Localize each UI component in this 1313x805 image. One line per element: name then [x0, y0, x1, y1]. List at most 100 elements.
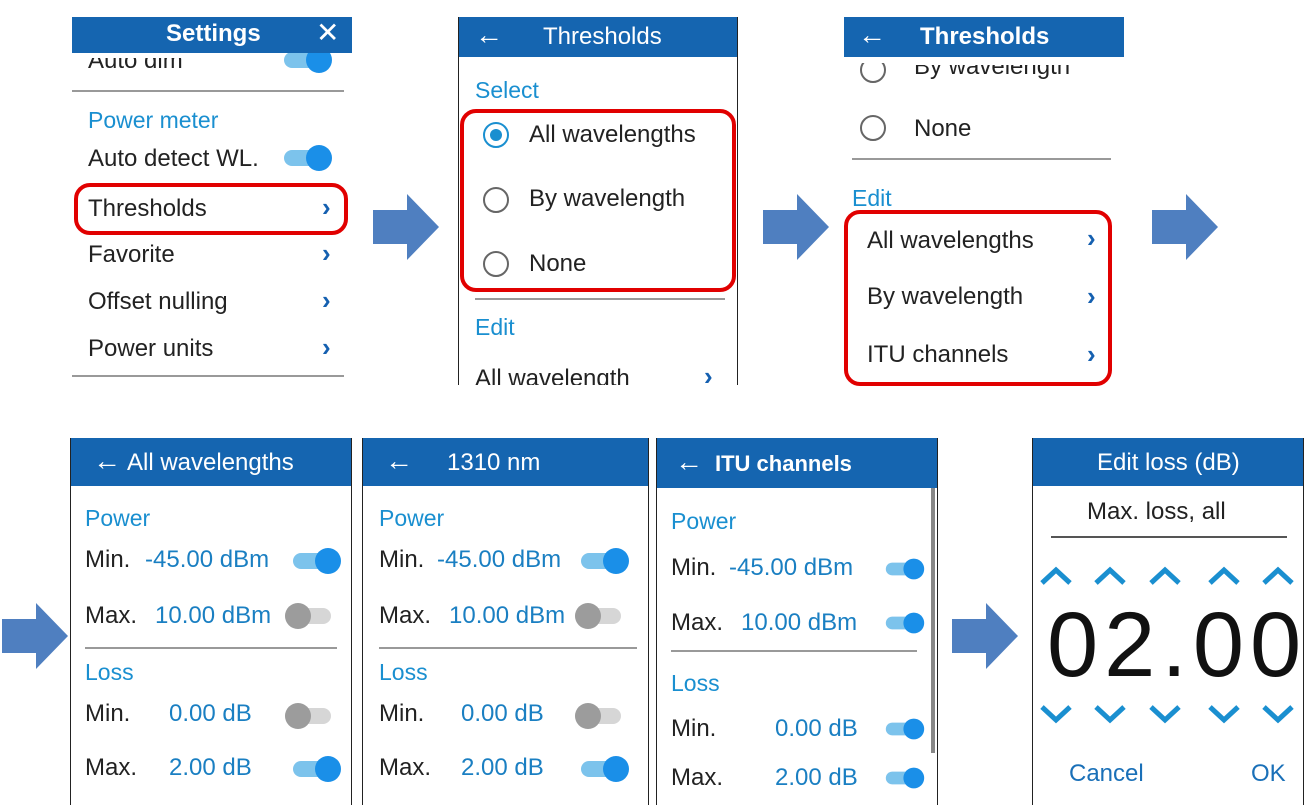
power-min-value[interactable]: -45.00 dBm [145, 546, 269, 574]
increment-digit-4-icon[interactable] [1207, 566, 1241, 586]
back-arrow-icon[interactable]: ← [385, 447, 413, 475]
decrement-digit-3-icon[interactable] [1148, 704, 1182, 724]
increment-digit-1-icon[interactable] [1039, 566, 1073, 586]
radio-by-wavelength[interactable] [860, 63, 886, 83]
edit-section: Edit [852, 185, 892, 211]
decrement-digit-1-icon[interactable] [1039, 704, 1073, 724]
loss-max-toggle[interactable] [885, 767, 925, 789]
max-label: Max. [379, 602, 432, 629]
power-min-toggle[interactable] [885, 558, 925, 580]
increment-digit-2-icon[interactable] [1093, 566, 1127, 586]
increment-digit-5-icon[interactable] [1261, 566, 1295, 586]
power-max-value[interactable]: 10.00 dBm [449, 602, 565, 630]
increment-digit-3-icon[interactable] [1148, 566, 1182, 586]
power-max-toggle[interactable] [285, 603, 333, 629]
divider [671, 650, 917, 652]
back-arrow-icon[interactable]: ← [93, 447, 121, 475]
thresholds-title: Thresholds [920, 23, 1050, 50]
power-min-toggle[interactable] [581, 548, 629, 574]
chevron-right-icon: › [322, 238, 331, 268]
select-section: Select [475, 77, 539, 103]
option-by-wavelength[interactable]: By wavelength [914, 65, 1070, 81]
arrow-right-icon [952, 603, 1018, 669]
power-min-value[interactable]: -45.00 dBm [729, 554, 853, 582]
close-icon[interactable]: ✕ [316, 19, 339, 47]
power-section: Power [379, 505, 445, 531]
divider [72, 90, 344, 92]
power-section: Power [85, 505, 151, 531]
all-wavelengths-titlebar: ← All wavelengths [71, 438, 351, 486]
edit-item-all-wavelengths[interactable]: All wavelength [475, 365, 630, 385]
loss-min-value[interactable]: 0.00 dB [169, 700, 252, 728]
loss-value-display[interactable]: 02.00 [1047, 593, 1303, 698]
thresholds-title: Thresholds [543, 23, 662, 50]
edit-loss-title: Edit loss (dB) [1097, 449, 1240, 476]
divider [379, 647, 637, 649]
loss-max-value[interactable]: 2.00 dB [775, 764, 858, 792]
edit-loss-screen: Edit loss (dB) Max. loss, all 02.00 Canc… [1032, 438, 1304, 805]
radio-none[interactable] [860, 115, 886, 141]
power-max-value[interactable]: 10.00 dBm [741, 609, 857, 637]
min-label: Min. [85, 700, 131, 727]
option-none[interactable]: None [914, 115, 971, 143]
chevron-right-icon: › [322, 285, 331, 315]
power-max-value[interactable]: 10.00 dBm [155, 602, 271, 630]
power-min-value[interactable]: -45.00 dBm [437, 546, 561, 574]
loss-max-value[interactable]: 2.00 dB [169, 754, 252, 782]
power-max-toggle[interactable] [575, 603, 623, 629]
loss-section: Loss [85, 659, 134, 685]
max-label: Max. [671, 609, 724, 636]
chevron-right-icon: › [704, 361, 713, 385]
decrement-digit-4-icon[interactable] [1207, 704, 1241, 724]
loss-max-toggle[interactable] [581, 756, 629, 782]
decrement-digit-5-icon[interactable] [1261, 704, 1295, 724]
back-arrow-icon[interactable]: ← [475, 21, 503, 49]
edit-loss-titlebar: Edit loss (dB) [1033, 438, 1303, 486]
loss-min-toggle[interactable] [885, 718, 925, 740]
loss-min-value[interactable]: 0.00 dB [775, 715, 858, 743]
chevron-right-icon: › [322, 332, 331, 362]
cancel-button[interactable]: Cancel [1069, 760, 1144, 788]
divider [85, 647, 337, 649]
power-max-toggle[interactable] [885, 612, 925, 634]
loss-min-toggle[interactable] [575, 703, 623, 729]
edit-section: Edit [475, 314, 515, 340]
max-label: Max. [85, 602, 138, 629]
arrow-right-icon [2, 603, 68, 669]
back-arrow-icon[interactable]: ← [858, 21, 886, 49]
auto-detect-label: Auto detect WL. [88, 145, 259, 172]
auto-detect-toggle[interactable] [284, 145, 332, 171]
settings-title: Settings [166, 20, 261, 47]
max-label: Max. [85, 754, 138, 781]
divider [475, 298, 725, 300]
thresholds-titlebar: ← Thresholds [459, 17, 737, 57]
loss-min-toggle[interactable] [285, 703, 333, 729]
max-label: Max. [379, 754, 432, 781]
arrow-right-icon [1152, 194, 1218, 260]
divider [852, 158, 1111, 160]
settings-item-power-units[interactable]: Power units [88, 335, 213, 363]
power-min-toggle[interactable] [293, 548, 341, 574]
decrement-digit-2-icon[interactable] [1093, 704, 1127, 724]
scrollbar[interactable] [931, 488, 935, 753]
settings-item-favorite[interactable]: Favorite [88, 241, 175, 269]
loss-min-value[interactable]: 0.00 dB [461, 700, 544, 728]
loss-section: Loss [671, 670, 720, 696]
settings-item-offset-nulling[interactable]: Offset nulling [88, 288, 228, 316]
back-arrow-icon[interactable]: ← [675, 448, 703, 476]
ok-button[interactable]: OK [1251, 760, 1286, 788]
power-meter-section: Power meter [88, 107, 219, 133]
power-section: Power [671, 508, 737, 534]
thresholds-titlebar: ← Thresholds [844, 17, 1124, 57]
highlight-thresholds [74, 183, 348, 235]
loss-max-value[interactable]: 2.00 dB [461, 754, 544, 782]
divider [72, 375, 344, 377]
divider [1051, 536, 1287, 538]
edit-loss-subtitle: Max. loss, all [1087, 498, 1226, 525]
arrow-right-icon [373, 194, 439, 260]
highlight-edit-items [844, 210, 1112, 386]
min-label: Min. [671, 554, 717, 581]
wavelength-titlebar: ← 1310 nm [363, 438, 648, 486]
loss-max-toggle[interactable] [293, 756, 341, 782]
screen-title: 1310 nm [447, 449, 541, 476]
